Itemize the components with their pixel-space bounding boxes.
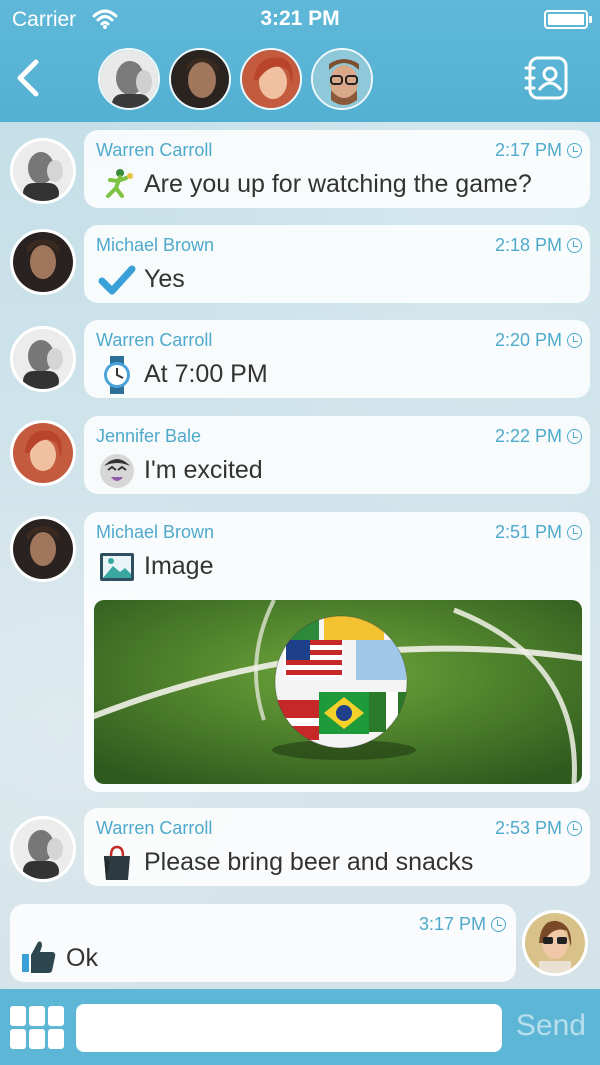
grid-cell-icon: [48, 1006, 64, 1026]
message-item: Warren Carroll 2:53 PM Please bring beer…: [0, 808, 600, 892]
composer-bar: Send: [0, 989, 600, 1065]
avatar[interactable]: [10, 420, 76, 486]
sender-name: Jennifer Bale: [96, 426, 202, 446]
message-text: Are you up for watching the game?: [144, 170, 532, 198]
excited-face-icon: [98, 452, 136, 490]
message-bubble[interactable]: Warren Carroll 2:53 PM Please bring beer…: [84, 808, 590, 886]
status-bar: Carrier 3:21 PM: [0, 0, 600, 40]
message-bubble[interactable]: Michael Brown 2:51 PM Image: [84, 512, 590, 792]
participant-avatar[interactable]: [98, 48, 160, 110]
grid-cell-icon: [10, 1006, 26, 1026]
message-time: 2:22 PM: [495, 426, 582, 447]
image-icon: [98, 548, 136, 586]
sender-name: Warren Carroll: [96, 330, 213, 350]
message-bubble[interactable]: Jennifer Bale 2:22 PM I'm excited: [84, 416, 590, 494]
message-item: Michael Brown 2:18 PM Yes: [0, 225, 600, 309]
back-button[interactable]: [12, 58, 46, 98]
chevron-left-icon: [17, 59, 39, 97]
message-bubble-own[interactable]: 3:17 PM Ok: [10, 904, 516, 982]
avatar[interactable]: [10, 516, 76, 582]
grid-cell-icon: [10, 1029, 26, 1049]
message-text: Yes: [144, 265, 185, 293]
message-time: 3:17 PM: [419, 914, 506, 935]
grid-cell-icon: [29, 1006, 45, 1026]
message-input[interactable]: [76, 1004, 502, 1052]
participant-list: [98, 48, 373, 110]
message-bubble[interactable]: Warren Carroll 2:20 PM At 7:00 PM: [84, 320, 590, 398]
watch-icon: [98, 356, 136, 394]
message-bubble[interactable]: Michael Brown 2:18 PM Yes: [84, 225, 590, 303]
participant-avatar[interactable]: [240, 48, 302, 110]
message-time: 2:51 PM: [495, 522, 582, 543]
message-time: 2:53 PM: [495, 818, 582, 839]
clock-time: 3:21 PM: [260, 7, 340, 30]
shared-photo[interactable]: [94, 600, 582, 784]
message-item: Michael Brown 2:51 PM Image: [0, 512, 600, 796]
sender-name: Warren Carroll: [96, 818, 213, 838]
chat-header: Carrier 3:21 PM: [0, 0, 600, 122]
thumbs-up-icon: [20, 938, 58, 976]
sender-name: Warren Carroll: [96, 140, 213, 160]
shopping-bag-icon: [98, 844, 136, 882]
message-text: Image: [144, 552, 214, 580]
participant-avatar[interactable]: [169, 48, 231, 110]
avatar[interactable]: [10, 816, 76, 882]
message-item: Jennifer Bale 2:22 PM I'm excited: [0, 416, 600, 500]
address-book-icon: [524, 56, 568, 100]
clock-icon: [567, 238, 582, 253]
grid-cell-icon: [48, 1029, 64, 1049]
message-time: 2:17 PM: [495, 140, 582, 161]
avatar[interactable]: [10, 138, 76, 204]
participant-avatar[interactable]: [311, 48, 373, 110]
battery-icon: [544, 10, 592, 29]
grid-cell-icon: [29, 1029, 45, 1049]
message-time: 2:18 PM: [495, 235, 582, 256]
sender-name: Michael Brown: [96, 522, 215, 542]
clock-icon: [567, 821, 582, 836]
contacts-button[interactable]: [524, 54, 572, 102]
message-text: Ok: [66, 944, 98, 972]
message-bubble[interactable]: Warren Carroll 2:17 PM Are you up for wa…: [84, 130, 590, 208]
sender-name: Michael Brown: [96, 235, 215, 255]
send-button[interactable]: Send: [516, 1009, 586, 1043]
clock-icon: [491, 917, 506, 932]
message-time: 2:20 PM: [495, 330, 582, 351]
tennis-player-icon: [98, 166, 136, 204]
message-item: 3:17 PM Ok: [0, 904, 600, 988]
avatar[interactable]: [10, 229, 76, 295]
checkmark-icon: [98, 261, 136, 299]
clock-icon: [567, 429, 582, 444]
avatar[interactable]: [10, 326, 76, 392]
message-item: Warren Carroll 2:17 PM Are you up for wa…: [0, 130, 600, 214]
apps-grid-button[interactable]: [10, 1006, 64, 1050]
own-avatar[interactable]: [522, 910, 588, 976]
message-text: I'm excited: [144, 456, 263, 484]
clock-icon: [567, 333, 582, 348]
message-text: Please bring beer and snacks: [144, 848, 474, 876]
message-list[interactable]: Warren Carroll 2:17 PM Are you up for wa…: [0, 122, 600, 989]
clock-icon: [567, 525, 582, 540]
message-item: Warren Carroll 2:20 PM At 7:00 PM: [0, 320, 600, 404]
clock-icon: [567, 143, 582, 158]
message-text: At 7:00 PM: [144, 360, 268, 388]
